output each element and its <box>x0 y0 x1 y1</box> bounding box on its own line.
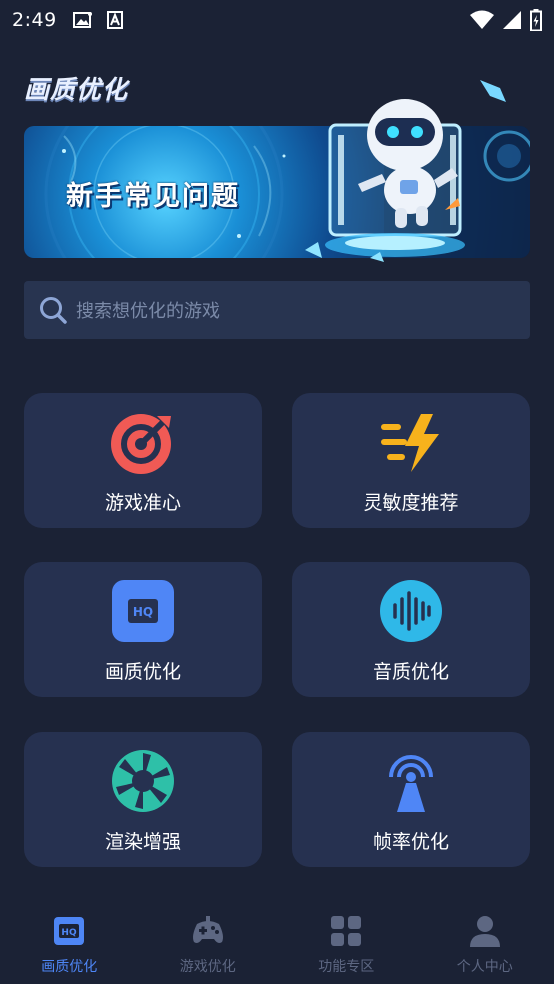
banner-title: 新手常见问题 <box>66 181 240 212</box>
page-title: 画质优化 <box>24 75 129 104</box>
search-placeholder: 搜索想优化的游戏 <box>76 301 220 322</box>
feature-label: 画质优化 <box>104 661 181 683</box>
feature-card-render[interactable]: 渲染增强 <box>24 732 262 867</box>
feature-label: 游戏准心 <box>104 492 181 514</box>
crosshair-target-icon <box>111 410 175 474</box>
bottom-nav: HQ 画质优化 游戏优化 功能专区 个人中心 <box>0 900 554 984</box>
feature-card-framerate[interactable]: 帧率优化 <box>292 732 530 867</box>
nav-label: 功能专区 <box>318 959 375 975</box>
nav-label: 游戏优化 <box>179 959 236 975</box>
svg-text:HQ: HQ <box>62 928 78 938</box>
status-bar: 2:49 <box>0 0 554 40</box>
a-icon <box>106 11 123 29</box>
feature-label: 音质优化 <box>372 661 449 683</box>
hq-icon: HQ <box>111 579 175 643</box>
user-icon <box>468 914 502 948</box>
hq-icon: HQ <box>52 914 86 948</box>
battery-icon <box>530 9 542 31</box>
feature-card-sensitivity[interactable]: 灵敏度推荐 <box>292 393 530 528</box>
nav-item-profile[interactable]: 个人中心 <box>416 900 554 984</box>
grid-icon <box>329 914 363 948</box>
broadcast-tower-icon <box>379 749 443 813</box>
feature-label: 渲染增强 <box>104 831 181 853</box>
status-time: 2:49 <box>12 9 57 31</box>
feature-card-graphics[interactable]: HQ 画质优化 <box>24 562 262 697</box>
feature-card-audio[interactable]: 音质优化 <box>292 562 530 697</box>
nav-label: 画质优化 <box>41 959 98 975</box>
svg-text:HQ: HQ <box>133 605 153 619</box>
nav-label: 个人中心 <box>456 959 513 975</box>
robot-illustration <box>305 80 506 262</box>
signal-icon <box>502 10 522 30</box>
nav-item-game[interactable]: 游戏优化 <box>139 900 278 984</box>
search-input[interactable]: 搜索想优化的游戏 <box>24 281 530 339</box>
feature-card-crosshair[interactable]: 游戏准心 <box>24 393 262 528</box>
sound-wave-icon <box>379 579 443 643</box>
image-icon <box>72 11 93 29</box>
lightning-icon <box>379 410 443 474</box>
gamepad-icon <box>191 914 225 948</box>
nav-item-graphics[interactable]: HQ 画质优化 <box>0 900 139 984</box>
nav-item-features[interactable]: 功能专区 <box>277 900 416 984</box>
search-icon <box>38 295 68 325</box>
feature-label: 帧率优化 <box>372 831 449 853</box>
aperture-icon <box>111 749 175 813</box>
feature-label: 灵敏度推荐 <box>363 492 459 514</box>
wifi-icon <box>470 10 494 30</box>
